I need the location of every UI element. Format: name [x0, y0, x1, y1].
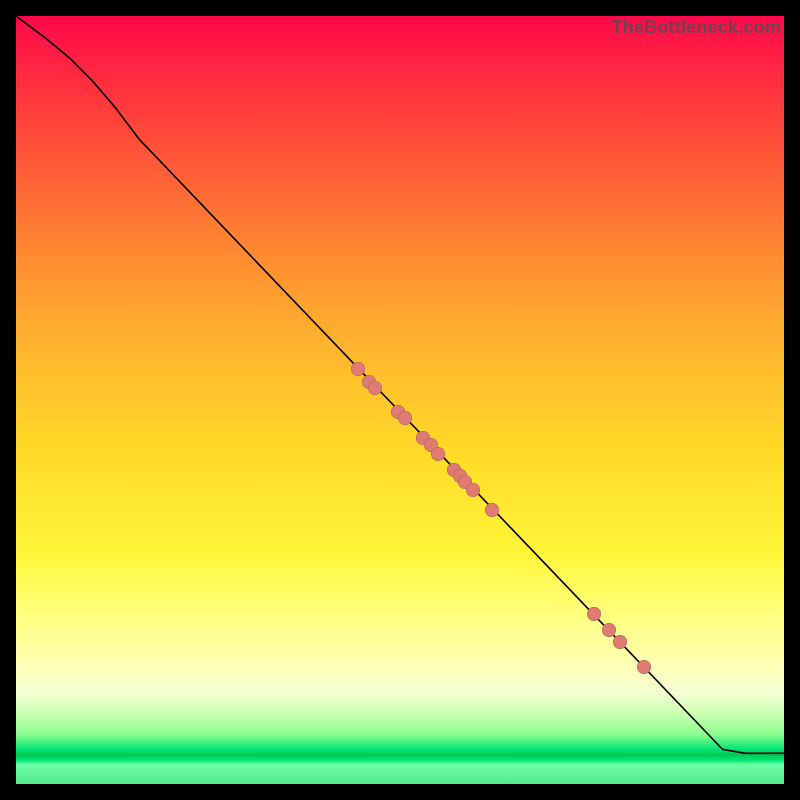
data-point [351, 362, 365, 376]
data-point [587, 607, 601, 621]
data-point [637, 660, 651, 674]
data-point [368, 381, 382, 395]
data-point [466, 483, 480, 497]
chart-frame: TheBottleneck.com [0, 0, 800, 800]
data-point [431, 447, 445, 461]
data-point [602, 623, 616, 637]
data-point [613, 635, 627, 649]
curve-path [16, 16, 784, 753]
plot-area: TheBottleneck.com [16, 16, 784, 784]
bottleneck-curve [16, 16, 784, 784]
watermark-label: TheBottleneck.com [612, 16, 781, 38]
data-point [398, 411, 412, 425]
data-point [485, 503, 499, 517]
